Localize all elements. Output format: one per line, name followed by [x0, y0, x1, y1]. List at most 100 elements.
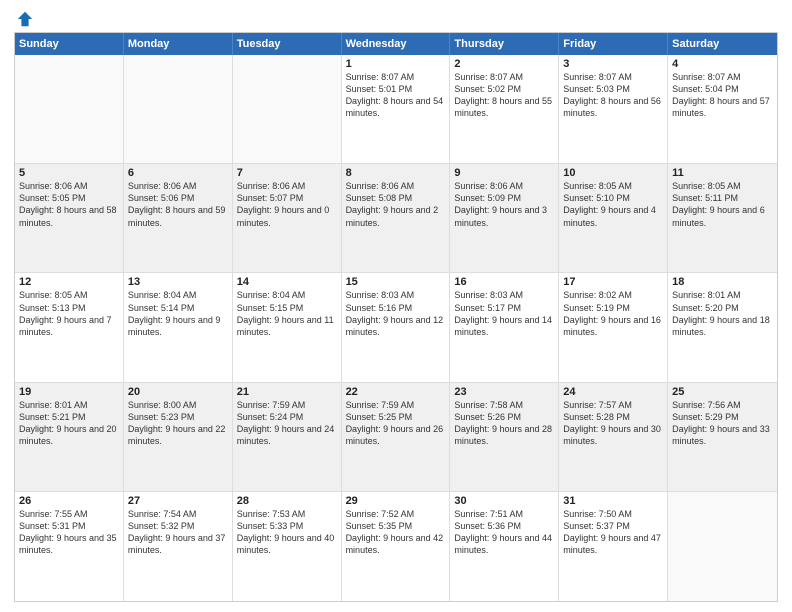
cell-info: Sunrise: 8:04 AM Sunset: 5:14 PM Dayligh…: [128, 289, 228, 338]
cell-date-number: 2: [454, 58, 554, 70]
cell-info: Sunrise: 8:01 AM Sunset: 5:20 PM Dayligh…: [672, 289, 773, 338]
cell-date-number: 14: [237, 276, 337, 288]
cell-info: Sunrise: 8:06 AM Sunset: 5:07 PM Dayligh…: [237, 180, 337, 229]
cell-info: Sunrise: 8:06 AM Sunset: 5:08 PM Dayligh…: [346, 180, 446, 229]
cell-date-number: 18: [672, 276, 773, 288]
cell-date-number: 3: [563, 58, 663, 70]
calendar-cell: 15Sunrise: 8:03 AM Sunset: 5:16 PM Dayli…: [342, 273, 451, 381]
cell-date-number: 26: [19, 495, 119, 507]
calendar-cell: 27Sunrise: 7:54 AM Sunset: 5:32 PM Dayli…: [124, 492, 233, 601]
cell-info: Sunrise: 7:58 AM Sunset: 5:26 PM Dayligh…: [454, 399, 554, 448]
cell-date-number: 10: [563, 167, 663, 179]
calendar-cell: 6Sunrise: 8:06 AM Sunset: 5:06 PM Daylig…: [124, 164, 233, 272]
cell-date-number: 12: [19, 276, 119, 288]
calendar-cell: 5Sunrise: 8:06 AM Sunset: 5:05 PM Daylig…: [15, 164, 124, 272]
cell-info: Sunrise: 7:53 AM Sunset: 5:33 PM Dayligh…: [237, 508, 337, 557]
calendar-cell: [15, 55, 124, 163]
calendar-cell: 26Sunrise: 7:55 AM Sunset: 5:31 PM Dayli…: [15, 492, 124, 601]
cell-date-number: 15: [346, 276, 446, 288]
cell-date-number: 31: [563, 495, 663, 507]
logo: [14, 10, 34, 24]
cell-date-number: 5: [19, 167, 119, 179]
cell-date-number: 24: [563, 386, 663, 398]
cell-info: Sunrise: 8:07 AM Sunset: 5:03 PM Dayligh…: [563, 71, 663, 120]
calendar-week-row: 5Sunrise: 8:06 AM Sunset: 5:05 PM Daylig…: [15, 164, 777, 273]
calendar-cell: 7Sunrise: 8:06 AM Sunset: 5:07 PM Daylig…: [233, 164, 342, 272]
cell-info: Sunrise: 7:59 AM Sunset: 5:25 PM Dayligh…: [346, 399, 446, 448]
cell-info: Sunrise: 7:52 AM Sunset: 5:35 PM Dayligh…: [346, 508, 446, 557]
weekday-header: Monday: [124, 33, 233, 55]
calendar-week-row: 19Sunrise: 8:01 AM Sunset: 5:21 PM Dayli…: [15, 383, 777, 492]
calendar-cell: 19Sunrise: 8:01 AM Sunset: 5:21 PM Dayli…: [15, 383, 124, 491]
cell-date-number: 29: [346, 495, 446, 507]
cell-date-number: 19: [19, 386, 119, 398]
weekday-header: Sunday: [15, 33, 124, 55]
cell-date-number: 28: [237, 495, 337, 507]
cell-date-number: 13: [128, 276, 228, 288]
cell-info: Sunrise: 8:02 AM Sunset: 5:19 PM Dayligh…: [563, 289, 663, 338]
cell-info: Sunrise: 8:07 AM Sunset: 5:04 PM Dayligh…: [672, 71, 773, 120]
calendar-header: SundayMondayTuesdayWednesdayThursdayFrid…: [15, 33, 777, 55]
cell-info: Sunrise: 8:05 AM Sunset: 5:10 PM Dayligh…: [563, 180, 663, 229]
cell-info: Sunrise: 7:56 AM Sunset: 5:29 PM Dayligh…: [672, 399, 773, 448]
cell-date-number: 9: [454, 167, 554, 179]
calendar-cell: 21Sunrise: 7:59 AM Sunset: 5:24 PM Dayli…: [233, 383, 342, 491]
calendar-cell: [668, 492, 777, 601]
calendar-body: 1Sunrise: 8:07 AM Sunset: 5:01 PM Daylig…: [15, 55, 777, 601]
cell-date-number: 17: [563, 276, 663, 288]
calendar-cell: 23Sunrise: 7:58 AM Sunset: 5:26 PM Dayli…: [450, 383, 559, 491]
cell-info: Sunrise: 8:06 AM Sunset: 5:09 PM Dayligh…: [454, 180, 554, 229]
calendar-cell: 20Sunrise: 8:00 AM Sunset: 5:23 PM Dayli…: [124, 383, 233, 491]
cell-date-number: 27: [128, 495, 228, 507]
calendar-cell: [233, 55, 342, 163]
calendar-cell: 18Sunrise: 8:01 AM Sunset: 5:20 PM Dayli…: [668, 273, 777, 381]
cell-date-number: 6: [128, 167, 228, 179]
calendar-cell: 3Sunrise: 8:07 AM Sunset: 5:03 PM Daylig…: [559, 55, 668, 163]
calendar-cell: 22Sunrise: 7:59 AM Sunset: 5:25 PM Dayli…: [342, 383, 451, 491]
cell-date-number: 1: [346, 58, 446, 70]
cell-info: Sunrise: 7:54 AM Sunset: 5:32 PM Dayligh…: [128, 508, 228, 557]
cell-info: Sunrise: 8:05 AM Sunset: 5:11 PM Dayligh…: [672, 180, 773, 229]
cell-date-number: 22: [346, 386, 446, 398]
page-container: SundayMondayTuesdayWednesdayThursdayFrid…: [0, 0, 792, 612]
cell-info: Sunrise: 8:07 AM Sunset: 5:02 PM Dayligh…: [454, 71, 554, 120]
cell-date-number: 7: [237, 167, 337, 179]
calendar-cell: 17Sunrise: 8:02 AM Sunset: 5:19 PM Dayli…: [559, 273, 668, 381]
cell-info: Sunrise: 8:00 AM Sunset: 5:23 PM Dayligh…: [128, 399, 228, 448]
cell-date-number: 8: [346, 167, 446, 179]
weekday-header: Tuesday: [233, 33, 342, 55]
cell-info: Sunrise: 8:03 AM Sunset: 5:17 PM Dayligh…: [454, 289, 554, 338]
cell-date-number: 4: [672, 58, 773, 70]
cell-info: Sunrise: 7:59 AM Sunset: 5:24 PM Dayligh…: [237, 399, 337, 448]
cell-date-number: 25: [672, 386, 773, 398]
calendar-cell: 9Sunrise: 8:06 AM Sunset: 5:09 PM Daylig…: [450, 164, 559, 272]
calendar-cell: 16Sunrise: 8:03 AM Sunset: 5:17 PM Dayli…: [450, 273, 559, 381]
cell-info: Sunrise: 8:06 AM Sunset: 5:06 PM Dayligh…: [128, 180, 228, 229]
calendar-cell: 24Sunrise: 7:57 AM Sunset: 5:28 PM Dayli…: [559, 383, 668, 491]
cell-info: Sunrise: 7:51 AM Sunset: 5:36 PM Dayligh…: [454, 508, 554, 557]
calendar-cell: 2Sunrise: 8:07 AM Sunset: 5:02 PM Daylig…: [450, 55, 559, 163]
calendar-cell: 28Sunrise: 7:53 AM Sunset: 5:33 PM Dayli…: [233, 492, 342, 601]
calendar-cell: 30Sunrise: 7:51 AM Sunset: 5:36 PM Dayli…: [450, 492, 559, 601]
calendar: SundayMondayTuesdayWednesdayThursdayFrid…: [14, 32, 778, 602]
logo-icon: [16, 10, 34, 28]
cell-info: Sunrise: 7:57 AM Sunset: 5:28 PM Dayligh…: [563, 399, 663, 448]
weekday-header: Saturday: [668, 33, 777, 55]
cell-info: Sunrise: 7:50 AM Sunset: 5:37 PM Dayligh…: [563, 508, 663, 557]
calendar-cell: 25Sunrise: 7:56 AM Sunset: 5:29 PM Dayli…: [668, 383, 777, 491]
cell-date-number: 23: [454, 386, 554, 398]
header: [14, 10, 778, 24]
calendar-cell: 1Sunrise: 8:07 AM Sunset: 5:01 PM Daylig…: [342, 55, 451, 163]
cell-info: Sunrise: 7:55 AM Sunset: 5:31 PM Dayligh…: [19, 508, 119, 557]
calendar-week-row: 26Sunrise: 7:55 AM Sunset: 5:31 PM Dayli…: [15, 492, 777, 601]
calendar-cell: 11Sunrise: 8:05 AM Sunset: 5:11 PM Dayli…: [668, 164, 777, 272]
cell-info: Sunrise: 8:03 AM Sunset: 5:16 PM Dayligh…: [346, 289, 446, 338]
calendar-cell: 31Sunrise: 7:50 AM Sunset: 5:37 PM Dayli…: [559, 492, 668, 601]
cell-info: Sunrise: 8:01 AM Sunset: 5:21 PM Dayligh…: [19, 399, 119, 448]
calendar-cell: 29Sunrise: 7:52 AM Sunset: 5:35 PM Dayli…: [342, 492, 451, 601]
calendar-cell: 4Sunrise: 8:07 AM Sunset: 5:04 PM Daylig…: [668, 55, 777, 163]
calendar-cell: 8Sunrise: 8:06 AM Sunset: 5:08 PM Daylig…: [342, 164, 451, 272]
cell-date-number: 21: [237, 386, 337, 398]
calendar-cell: 13Sunrise: 8:04 AM Sunset: 5:14 PM Dayli…: [124, 273, 233, 381]
cell-date-number: 16: [454, 276, 554, 288]
